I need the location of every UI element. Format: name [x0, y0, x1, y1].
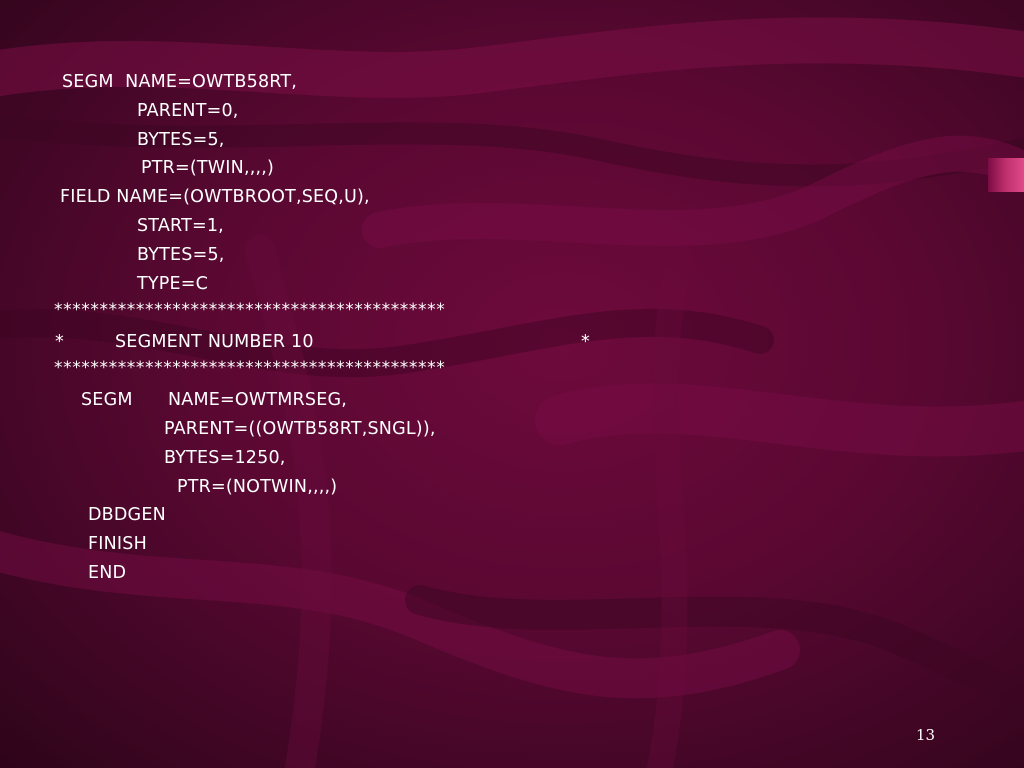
- code-line: PTR=(TWIN,,,,): [141, 158, 275, 178]
- code-line: FIELD NAME=(OWTBROOT,SEQ,U),: [60, 187, 370, 207]
- code-line: BYTES=5,: [137, 130, 225, 150]
- segment-number-heading: SEGMENT NUMBER 10: [115, 332, 314, 352]
- code-line: SEGM: [81, 390, 133, 410]
- code-line: START=1,: [137, 216, 224, 236]
- page-number: 13: [916, 726, 936, 744]
- accent-tab-decoration: [988, 158, 1024, 192]
- slide: SEGM NAME=OWTB58RT, PARENT=0, BYTES=5, P…: [0, 0, 1024, 768]
- code-line: BYTES=1250,: [164, 448, 286, 468]
- code-line: NAME=OWTMRSEG,: [168, 390, 347, 410]
- code-line: DBDGEN: [88, 505, 166, 525]
- code-line: BYTES=5,: [137, 245, 225, 265]
- asterisk-right: *: [581, 332, 590, 352]
- code-line: SEGM NAME=OWTB58RT,: [62, 72, 298, 92]
- code-line: END: [88, 563, 127, 583]
- code-line: TYPE=C: [137, 274, 209, 294]
- code-line: PARENT=0,: [137, 101, 239, 121]
- asterisk-border-bottom: ****************************************…: [54, 358, 446, 378]
- asterisk-left: *: [55, 332, 64, 352]
- asterisk-border-top: ****************************************…: [54, 300, 446, 320]
- code-line: PTR=(NOTWIN,,,,): [177, 477, 338, 497]
- code-line: PARENT=((OWTB58RT,SNGL)),: [164, 419, 436, 439]
- code-line: FINISH: [88, 534, 147, 554]
